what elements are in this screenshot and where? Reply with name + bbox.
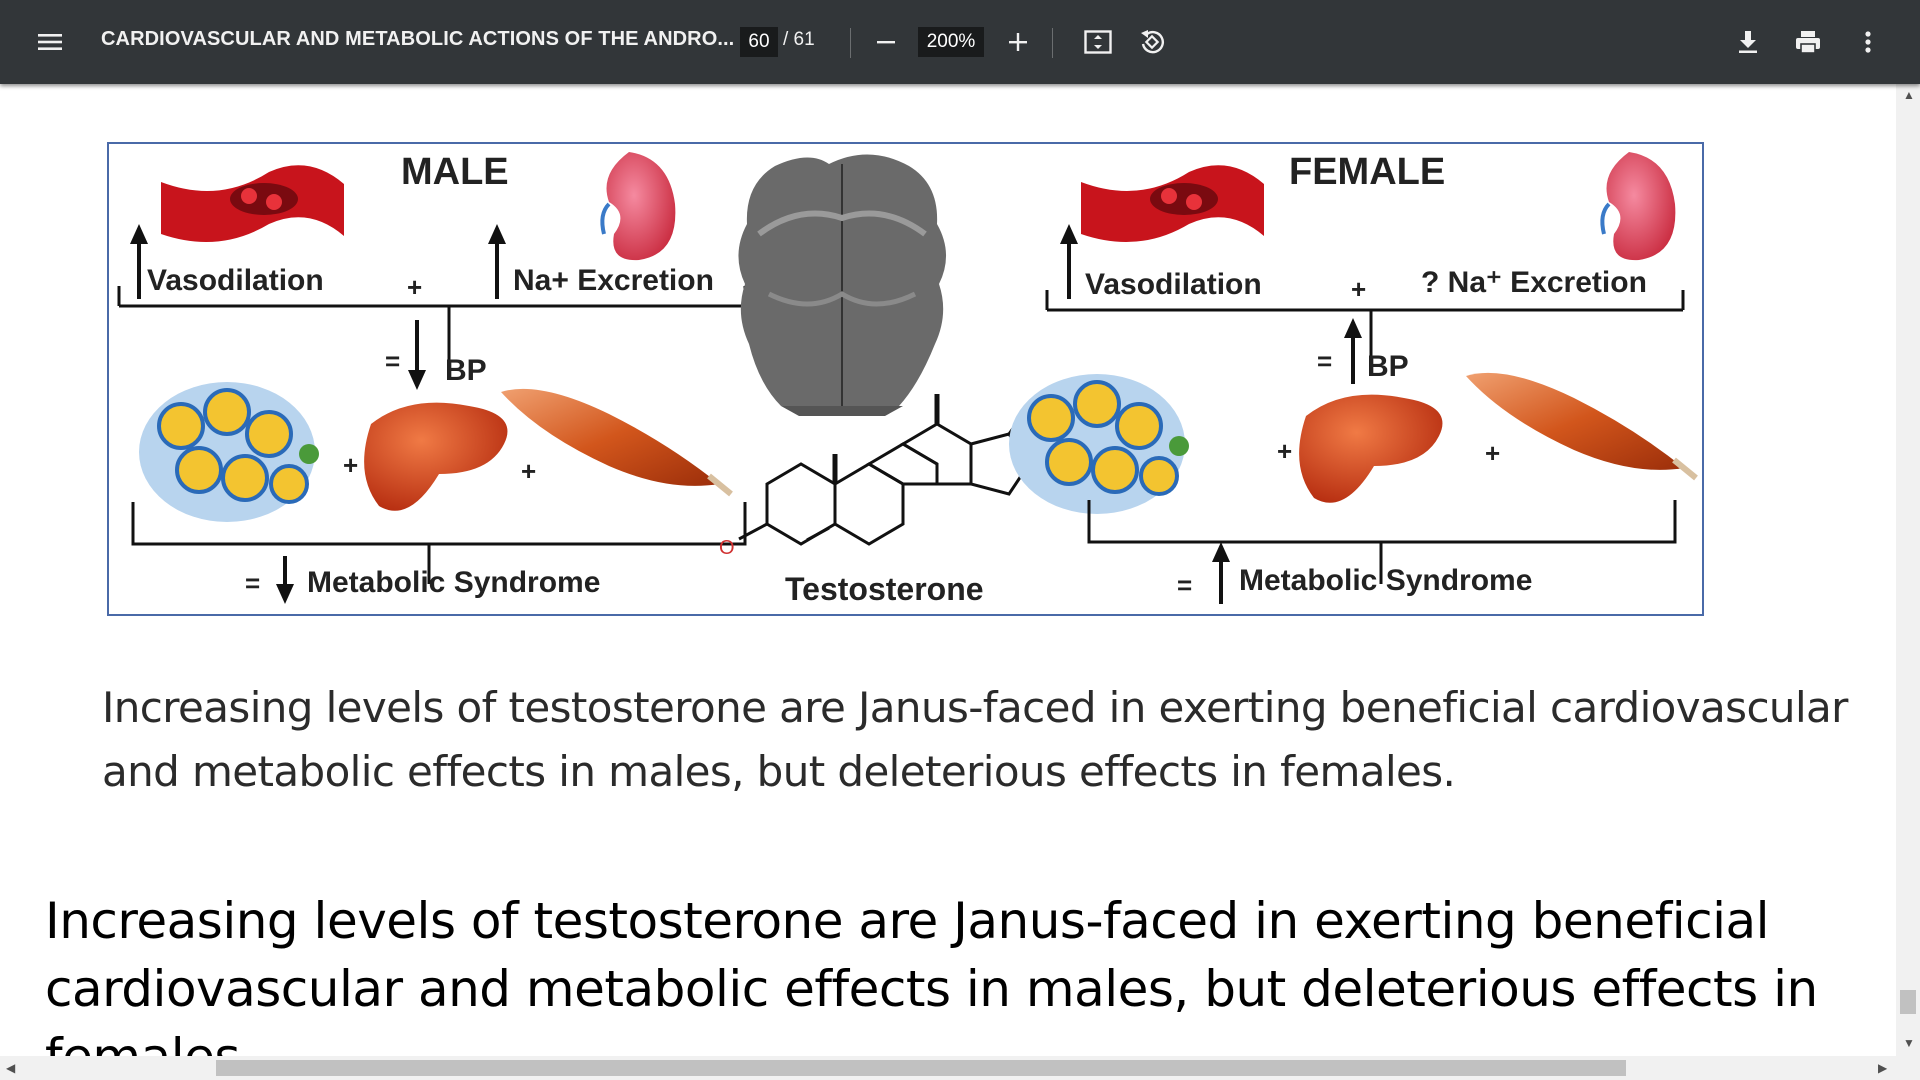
bracket bbox=[1087, 500, 1677, 544]
female-vasodilation: Vasodilation bbox=[1085, 268, 1262, 301]
arrow-up-icon bbox=[1060, 224, 1078, 299]
blood-vessel-icon bbox=[1081, 165, 1264, 242]
print-icon bbox=[1796, 31, 1820, 54]
arrow-down-icon bbox=[276, 556, 294, 604]
zoom-in-button[interactable] bbox=[998, 22, 1038, 62]
more-actions-button[interactable] bbox=[1848, 22, 1888, 62]
arrow-up-icon bbox=[130, 224, 148, 299]
adipose-tissue-icon bbox=[1009, 374, 1189, 514]
arrow-down-icon bbox=[408, 320, 426, 390]
pdf-viewport[interactable]: MALE Vasodilation + Na+ Excretion = BP +… bbox=[0, 84, 1896, 1056]
scroll-up-arrow-icon[interactable]: ▲ bbox=[1903, 88, 1915, 102]
female-plus: + bbox=[1351, 274, 1366, 304]
muscle-icon bbox=[1466, 372, 1698, 481]
pdf-toolbar: CARDIOVASCULAR AND METABOLIC ACTIONS OF … bbox=[0, 0, 1920, 84]
body-text: Increasing levels of testosterone are Ja… bbox=[45, 892, 1818, 1056]
female-plus: + bbox=[1277, 436, 1292, 466]
print-button[interactable] bbox=[1788, 22, 1828, 62]
zoom-out-button[interactable] bbox=[866, 22, 906, 62]
female-metabolic-equals: = bbox=[1177, 570, 1192, 600]
female-heading: FEMALE bbox=[1289, 151, 1445, 193]
toolbar-divider bbox=[1052, 28, 1053, 58]
scroll-down-arrow-icon[interactable]: ▼ bbox=[1903, 1036, 1915, 1050]
vertical-scrollbar[interactable] bbox=[1896, 84, 1920, 1056]
liver-icon bbox=[1299, 394, 1443, 503]
male-na-excretion: Na+ Excretion bbox=[513, 264, 714, 297]
horizontal-scroll-thumb[interactable] bbox=[216, 1060, 1626, 1076]
male-vasodilation: Vasodilation bbox=[147, 264, 324, 297]
female-bp-equals: = bbox=[1317, 346, 1332, 376]
menu-button[interactable] bbox=[30, 22, 70, 62]
male-plus: + bbox=[343, 450, 358, 480]
more-vertical-icon bbox=[1865, 31, 1871, 53]
testosterone-molecule-icon bbox=[738, 394, 1031, 546]
download-icon bbox=[1739, 31, 1757, 53]
document-title: CARDIOVASCULAR AND METABOLIC ACTIONS OF … bbox=[101, 28, 735, 50]
hamburger-icon bbox=[38, 34, 62, 50]
kidney-icon bbox=[600, 152, 676, 261]
female-bp: BP bbox=[1367, 350, 1409, 383]
male-metabolic-equals: = bbox=[245, 568, 260, 598]
female-na-excretion: ? Na⁺ Excretion bbox=[1421, 266, 1647, 299]
fit-page-icon bbox=[1084, 30, 1112, 54]
scroll-left-arrow-icon[interactable]: ◀ bbox=[6, 1061, 15, 1075]
blood-vessel-icon bbox=[161, 165, 344, 242]
toolbar-divider bbox=[850, 28, 851, 58]
arrow-up-icon bbox=[1344, 318, 1362, 384]
adipose-tissue-icon bbox=[139, 382, 319, 522]
page-number-input[interactable]: 60 bbox=[740, 27, 778, 57]
female-plus: + bbox=[1485, 438, 1500, 468]
figure-svg: MALE Vasodilation + Na+ Excretion = BP +… bbox=[117, 151, 1698, 607]
scroll-right-arrow-icon[interactable]: ▶ bbox=[1878, 1061, 1887, 1075]
male-metabolic-syndrome: Metabolic Syndrome bbox=[307, 566, 600, 599]
male-bp-equals: = bbox=[385, 346, 400, 376]
download-button[interactable] bbox=[1728, 22, 1768, 62]
kidney-icon bbox=[1600, 152, 1676, 261]
figure-diagram: MALE Vasodilation + Na+ Excretion = BP +… bbox=[107, 142, 1704, 616]
vertical-scroll-thumb[interactable] bbox=[1900, 990, 1916, 1014]
male-plus: + bbox=[521, 456, 536, 486]
arrow-up-icon bbox=[488, 224, 506, 299]
testosterone-label: Testosterone bbox=[785, 571, 984, 607]
male-plus: + bbox=[407, 272, 422, 302]
female-metabolic-syndrome: Metabolic Syndrome bbox=[1239, 564, 1532, 597]
arrow-up-icon bbox=[1212, 542, 1230, 604]
plus-icon bbox=[1009, 33, 1027, 51]
page-total: / 61 bbox=[783, 29, 815, 50]
male-heading: MALE bbox=[401, 151, 509, 193]
zoom-level-input[interactable]: 200% bbox=[918, 27, 984, 57]
liver-icon bbox=[364, 402, 508, 511]
rotate-button[interactable] bbox=[1132, 22, 1172, 62]
fit-to-page-button[interactable] bbox=[1078, 22, 1118, 62]
janus-head-icon bbox=[738, 154, 947, 416]
oxygen-label: O bbox=[719, 537, 735, 559]
figure-caption: Increasing levels of testosterone are Ja… bbox=[102, 683, 1848, 796]
minus-icon bbox=[877, 41, 895, 44]
male-bp: BP bbox=[445, 354, 487, 387]
rotate-icon bbox=[1141, 30, 1164, 54]
